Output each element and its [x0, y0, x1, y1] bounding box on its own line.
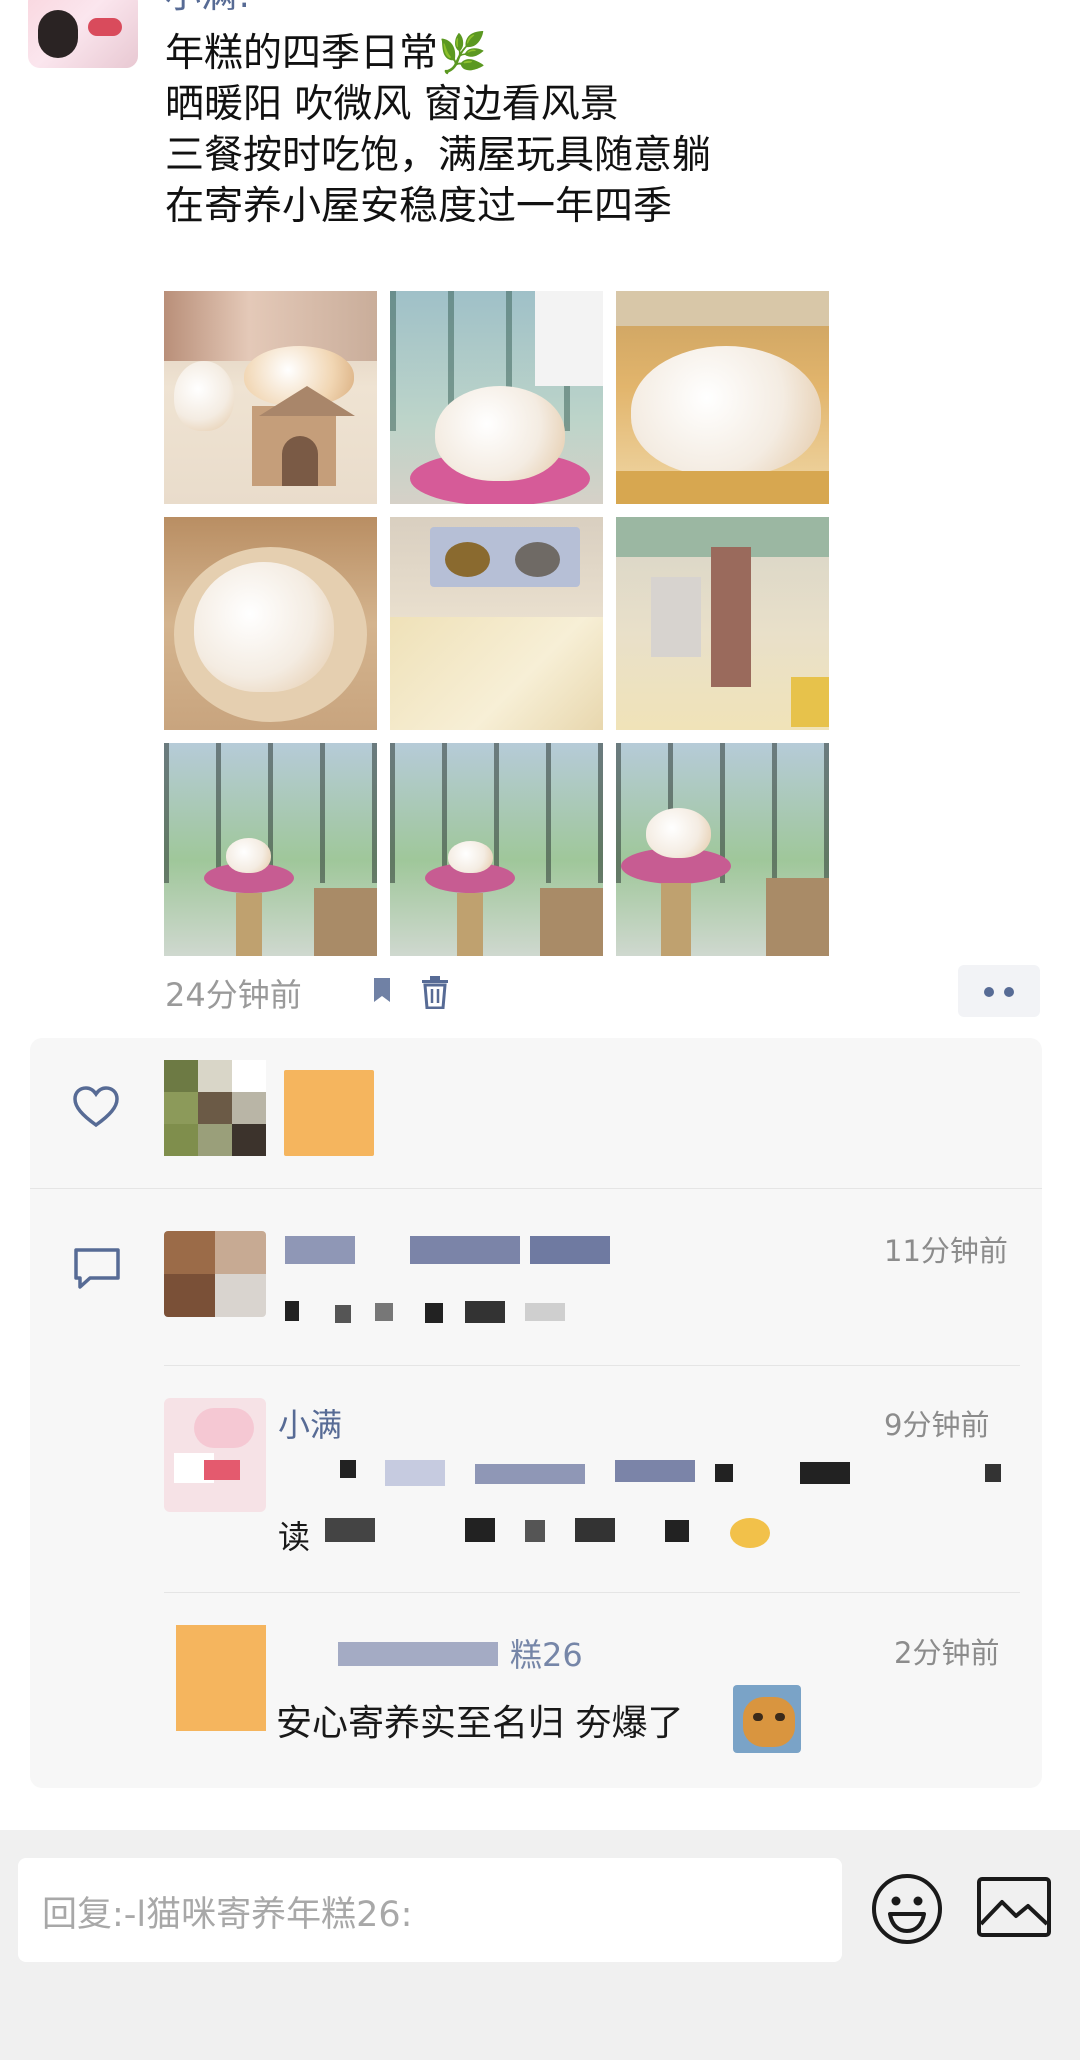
divider [164, 1365, 1020, 1366]
liker-avatar[interactable] [284, 1070, 374, 1156]
trash-icon[interactable] [420, 975, 450, 1009]
post-text: 年糕的四季日常🌿 晒暖阳 吹微风 窗边看风景 三餐按时吃饱，满屋玩具随意躺 在寄… [165, 28, 985, 232]
comment-timestamp: 9分钟前 [884, 1408, 990, 1442]
heart-icon [73, 1086, 119, 1128]
commenter-avatar[interactable] [164, 1231, 266, 1317]
comment-text-redacted [285, 1460, 1025, 1560]
photo-thumbnail[interactable] [616, 517, 829, 730]
photo-thumbnail[interactable] [164, 517, 377, 730]
comment-text-prefix: 读 [278, 1518, 311, 1556]
photo-grid [164, 291, 829, 956]
post-line: 在寄养小屋安稳度过一年四季 [165, 184, 673, 229]
post-timestamp: 24分钟前 [165, 976, 302, 1014]
image-icon[interactable] [976, 1876, 1052, 1938]
bookmark-icon[interactable] [372, 976, 392, 1004]
post-line: 三餐按时吃饱，满屋玩具随意躺 [165, 133, 712, 178]
divider [164, 1592, 1020, 1593]
photo-thumbnail[interactable] [164, 291, 377, 504]
photo-thumbnail[interactable] [390, 517, 603, 730]
commenter-avatar[interactable] [176, 1625, 266, 1731]
photo-thumbnail[interactable] [616, 291, 829, 504]
photo-thumbnail[interactable] [390, 743, 603, 956]
commenter-name[interactable]: 小满 [278, 1400, 342, 1446]
comment-timestamp: 2分钟前 [894, 1636, 1000, 1670]
photo-thumbnail[interactable] [390, 291, 603, 504]
comment-text: 安心寄养实至名归 夯爆了 [276, 1703, 684, 1744]
comment-timestamp: 11分钟前 [884, 1234, 1008, 1268]
divider [30, 1188, 1042, 1189]
liker-avatar[interactable] [164, 1060, 266, 1156]
author-name[interactable]: 小满! [165, 0, 251, 18]
post-line: 晒暖阳 吹微风 窗边看风景 [165, 82, 619, 127]
comment-text-redacted [285, 1295, 645, 1333]
smiley-icon[interactable] [870, 1872, 944, 1946]
commenter-name-suffix: 糕26 [510, 1636, 583, 1674]
cat-sticker [733, 1685, 801, 1753]
author-avatar[interactable] [28, 0, 138, 68]
comment-icon [74, 1248, 120, 1289]
post-line: 年糕的四季日常🌿 [165, 31, 487, 76]
more-dots-icon [984, 987, 994, 997]
more-button[interactable] [958, 965, 1040, 1017]
commenter-avatar[interactable] [164, 1398, 266, 1512]
photo-thumbnail[interactable] [616, 743, 829, 956]
commenter-name-redacted[interactable] [285, 1232, 610, 1268]
reply-placeholder: 回复:-l猫咪寄养年糕26: [42, 1895, 413, 1935]
photo-thumbnail[interactable] [164, 743, 377, 956]
